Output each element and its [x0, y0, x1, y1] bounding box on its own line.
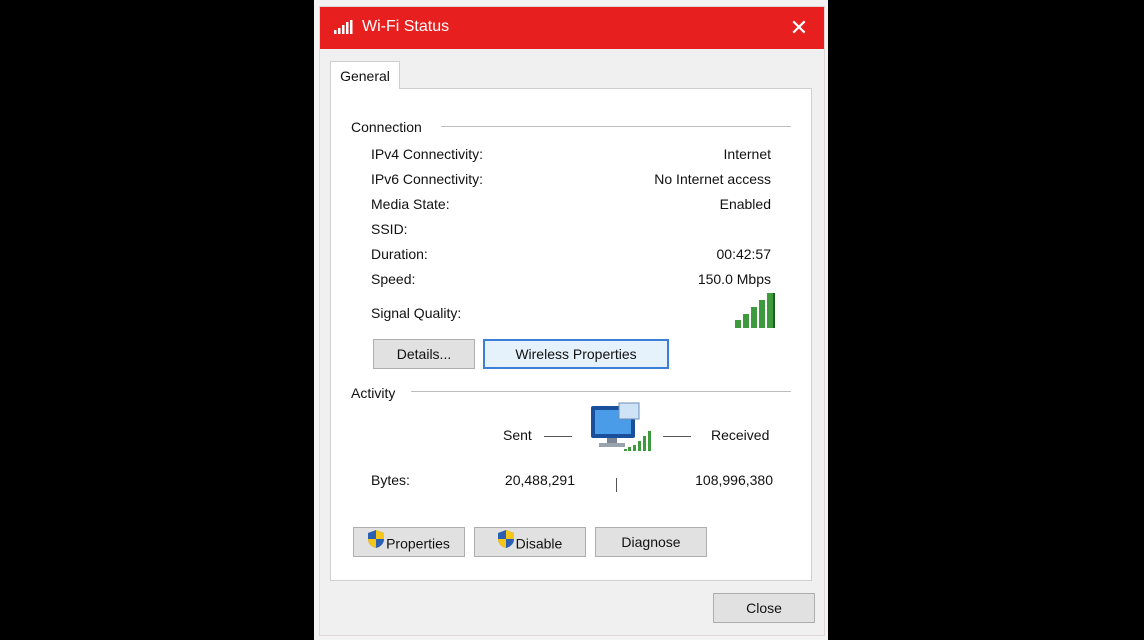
ipv4-label: IPv4 Connectivity: [371, 146, 484, 162]
disable-button-label: Disable [515, 535, 563, 552]
ipv6-label: IPv6 Connectivity: [371, 171, 484, 187]
media-state-label: Media State: [371, 196, 450, 212]
window-title: Wi-Fi Status [362, 18, 450, 35]
properties-button-label: Properties [386, 535, 450, 552]
duration-value: 00:42:57 [716, 246, 772, 262]
wifi-signal-icon [334, 20, 354, 39]
connection-divider [441, 126, 791, 127]
wireless-properties-button[interactable]: Wireless Properties [483, 339, 669, 369]
disable-button[interactable]: Disable [474, 527, 586, 557]
wifi-status-dialog: Wi-Fi Status ✕ General Connection IPv4 C… [319, 6, 825, 636]
general-tab-panel: Connection IPv4 Connectivity: Internet I… [330, 88, 812, 581]
connection-heading: Connection [351, 119, 428, 135]
activity-heading: Activity [351, 385, 402, 401]
uac-shield-icon [368, 529, 385, 557]
sent-label: Sent [503, 427, 532, 443]
sent-dash [544, 436, 572, 437]
speed-label: Speed: [371, 271, 416, 287]
diagnose-button[interactable]: Diagnose [595, 527, 707, 557]
tab-general[interactable]: General [330, 61, 400, 89]
network-computer-icon [589, 401, 655, 468]
media-state-value: Enabled [719, 196, 771, 212]
ipv4-value: Internet [723, 146, 771, 162]
ipv6-value: No Internet access [654, 171, 771, 187]
signal-quality-label: Signal Quality: [371, 305, 462, 321]
properties-button[interactable]: Properties [353, 527, 465, 557]
ssid-label: SSID: [371, 221, 408, 237]
title-bar: Wi-Fi Status ✕ [320, 7, 824, 49]
bytes-received-value: 108,996,380 [695, 472, 773, 488]
speed-value: 150.0 Mbps [697, 271, 771, 287]
bytes-label: Bytes: [371, 472, 410, 488]
bytes-sent-value: 20,488,291 [504, 472, 575, 488]
received-dash [663, 436, 691, 437]
activity-separator [616, 478, 617, 492]
close-button[interactable]: Close [713, 593, 815, 623]
signal-bars-icon [735, 292, 777, 333]
close-window-button[interactable]: ✕ [784, 13, 814, 43]
uac-shield-icon [497, 529, 514, 557]
close-icon: ✕ [789, 15, 809, 40]
received-label: Received [711, 427, 770, 443]
duration-label: Duration: [371, 246, 428, 262]
activity-divider [411, 391, 791, 392]
details-button[interactable]: Details... [373, 339, 475, 369]
